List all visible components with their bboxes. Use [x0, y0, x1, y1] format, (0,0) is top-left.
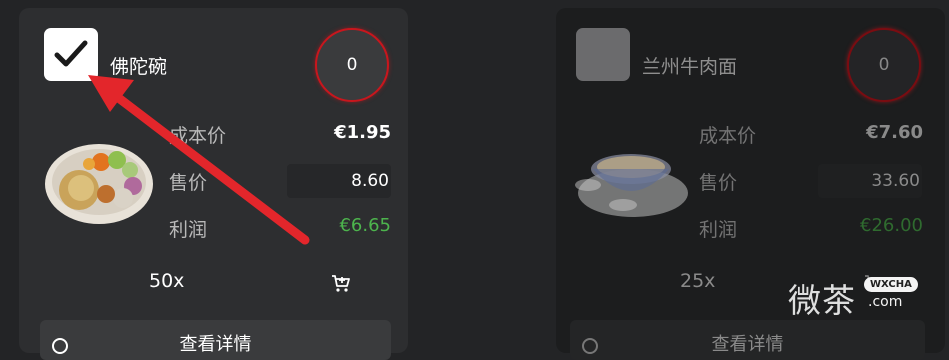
- view-details-button[interactable]: 查看详情: [40, 320, 391, 360]
- profit-value: €6.65: [339, 215, 391, 236]
- price-label: 售价: [699, 172, 738, 194]
- menu-item-card-buddha-bowl: 佛陀碗 0 成本价 €1.95 售价 8.60 利润 €6.65 50x 查看详…: [19, 8, 408, 360]
- add-to-cart-icon[interactable]: [331, 274, 351, 294]
- watermark-url: .com: [868, 294, 903, 310]
- price-label: 售价: [169, 172, 208, 194]
- info-icon: [582, 338, 598, 354]
- stock-count: 50x: [149, 270, 185, 292]
- profit-label: 利润: [699, 219, 738, 241]
- stock-count: 25x: [680, 270, 716, 292]
- watermark-badge: WXCHA: [864, 277, 918, 292]
- item-name: 兰州牛肉面: [642, 56, 738, 78]
- quantity-button[interactable]: 0: [315, 28, 389, 102]
- cost-value: €7.60: [866, 122, 923, 143]
- quantity-button[interactable]: 0: [847, 28, 921, 102]
- view-details-button[interactable]: 查看详情: [570, 320, 925, 360]
- profit-label: 利润: [169, 219, 208, 241]
- view-details-label: 查看详情: [711, 334, 784, 355]
- buddha-bowl-image: [45, 144, 153, 224]
- item-name: 佛陀碗: [110, 56, 168, 78]
- view-details-label: 查看详情: [179, 334, 252, 355]
- item-checkbox[interactable]: [44, 28, 98, 81]
- watermark-text: 微茶: [788, 281, 856, 320]
- profit-value: €26.00: [860, 215, 923, 236]
- cost-label: 成本价: [169, 125, 227, 147]
- item-checkbox[interactable]: [576, 28, 630, 81]
- cost-value: €1.95: [334, 122, 391, 143]
- info-icon: [52, 338, 68, 354]
- check-icon: [54, 40, 88, 67]
- beef-noodle-image: [575, 154, 688, 217]
- cost-label: 成本价: [699, 125, 757, 147]
- price-input[interactable]: 33.60: [818, 164, 922, 198]
- watermark: 微茶 WXCHA .com: [788, 274, 938, 320]
- price-input[interactable]: 8.60: [287, 164, 391, 198]
